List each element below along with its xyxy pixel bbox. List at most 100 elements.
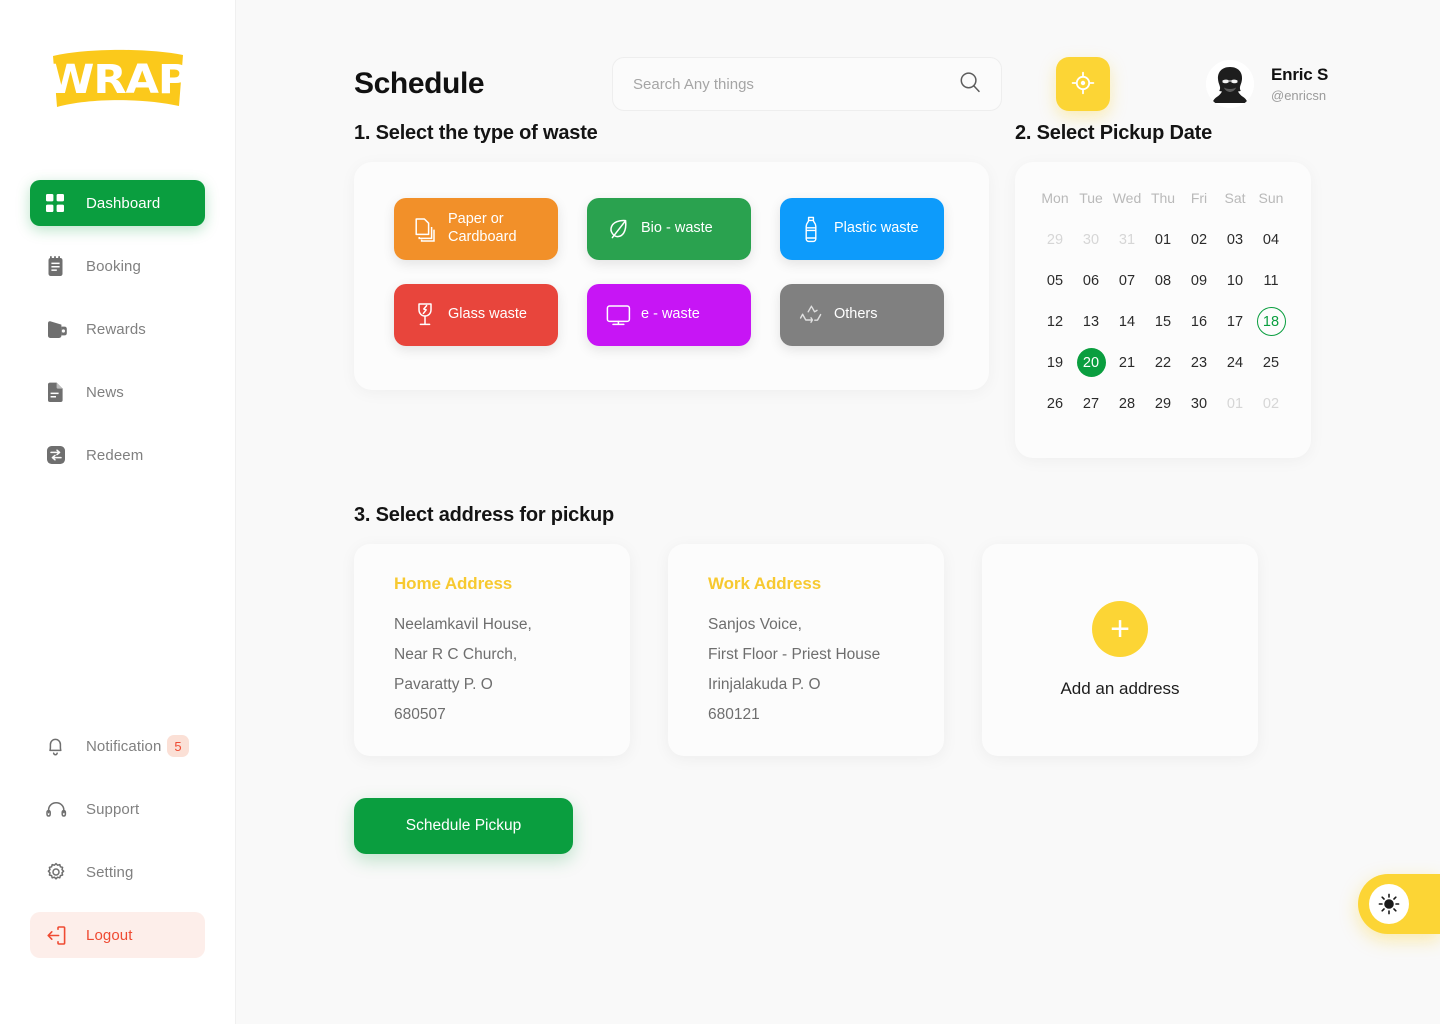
sidebar-item-news[interactable]: News <box>30 369 205 415</box>
location-button[interactable] <box>1056 57 1110 111</box>
calendar-day-cell[interactable]: 14 <box>1109 305 1145 338</box>
waste-card-panel: Paper or Cardboard Bio - waste Plastic w… <box>354 162 989 390</box>
calendar-day-cell[interactable]: 05 <box>1037 264 1073 297</box>
waste-section-title: 1. Select the type of waste <box>354 122 598 144</box>
calendar-day-cell[interactable]: 02 <box>1181 223 1217 256</box>
calendar-day-cell[interactable]: 30 <box>1181 387 1217 420</box>
waste-type-glass-waste[interactable]: Glass waste <box>394 284 558 346</box>
calendar-section: 2. Select Pickup Date Mon Tue Wed Thu Fri Sat… <box>1015 122 1311 458</box>
user-handle: @enricsn <box>1271 88 1327 103</box>
sidebar-item-notification[interactable]: Notification 5 <box>30 723 205 769</box>
theme-toggle-button[interactable] <box>1358 874 1440 934</box>
calendar-day-cell[interactable]: 26 <box>1037 387 1073 420</box>
sidebar-item-logout[interactable]: Logout <box>30 912 205 958</box>
waste-type-e-waste[interactable]: e - waste <box>587 284 751 346</box>
calendar-day-cell[interactable]: 19 <box>1037 346 1073 379</box>
calendar-day-cell[interactable]: 12 <box>1037 305 1073 338</box>
add-address-label: Add an address <box>1060 679 1180 698</box>
calendar-day-cell[interactable]: 09 <box>1181 264 1217 297</box>
waste-type-bio-waste[interactable]: Bio - waste <box>587 198 751 260</box>
add-address-card[interactable]: + Add an address <box>982 544 1258 756</box>
calendar-day-number: 10 <box>1226 272 1244 289</box>
search-icon[interactable] <box>959 71 981 98</box>
waste-type-paper-or-cardboard[interactable]: Paper or Cardboard <box>394 198 558 260</box>
exchange-icon <box>46 445 72 465</box>
sidebar-item-support[interactable]: Support <box>30 786 205 832</box>
sidebar-item-label: Notification <box>86 737 162 755</box>
waste-type-label: Plastic waste <box>834 220 919 237</box>
wallet-icon <box>46 320 72 339</box>
calendar-day-cell: 02 <box>1253 387 1289 420</box>
search-bar[interactable] <box>612 57 1002 111</box>
address-card-home[interactable]: Home Address Neelamkavil House, Near R C… <box>354 544 630 756</box>
app-root: WRAP Dashboard Booking Rewards News Rede… <box>0 0 1440 1024</box>
sidebar-item-label: News <box>86 383 124 401</box>
calendar-day-cell[interactable]: 24 <box>1217 346 1253 379</box>
sidebar-item-redeem[interactable]: Redeem <box>30 432 205 478</box>
address-card-work[interactable]: Work Address Sanjos Voice, First Floor -… <box>668 544 944 756</box>
sidebar-item-label: Redeem <box>86 446 144 464</box>
sidebar-item-rewards[interactable]: Rewards <box>30 306 205 352</box>
calendar-day-cell[interactable]: 06 <box>1073 264 1109 297</box>
calendar-day-cell[interactable]: 29 <box>1145 387 1181 420</box>
user-profile[interactable]: Enric S @enricsn <box>1206 60 1328 108</box>
calendar-day-cell[interactable]: 28 <box>1109 387 1145 420</box>
calendar-day-number: 31 <box>1118 231 1136 248</box>
sidebar-item-setting[interactable]: Setting <box>30 849 205 895</box>
logo-text: WRAP <box>46 57 190 103</box>
waste-type-grid: Paper or Cardboard Bio - waste Plastic w… <box>394 198 949 346</box>
calendar-day-number: 24 <box>1226 354 1244 371</box>
calendar-day-number: 14 <box>1118 313 1136 330</box>
calendar-day-header: Wed <box>1112 190 1142 206</box>
waste-type-plastic-waste[interactable]: Plastic waste <box>780 198 944 260</box>
news-document-icon <box>46 382 72 403</box>
calendar-day-number: 19 <box>1046 354 1064 371</box>
calendar-day-cell[interactable]: 08 <box>1145 264 1181 297</box>
waste-type-others[interactable]: Others <box>780 284 944 346</box>
schedule-pickup-button[interactable]: Schedule Pickup <box>354 798 573 854</box>
calendar-day-cell[interactable]: 07 <box>1109 264 1145 297</box>
sidebar-item-dashboard[interactable]: Dashboard <box>30 180 205 226</box>
calendar-day-number: 29 <box>1046 231 1064 248</box>
calendar-day-cell: 31 <box>1109 223 1145 256</box>
grid-icon <box>46 194 72 212</box>
calendar-day-cell[interactable]: 27 <box>1073 387 1109 420</box>
headphones-icon <box>46 801 72 818</box>
address-line: Near R C Church, <box>394 646 518 663</box>
recycle-icon <box>794 303 828 328</box>
user-avatar-icon <box>1206 60 1254 108</box>
calendar-day-number: 27 <box>1082 395 1100 412</box>
address-line: 680507 <box>394 706 446 723</box>
user-name: Enric S <box>1271 65 1329 84</box>
calendar-day-cell[interactable]: 03 <box>1217 223 1253 256</box>
calendar-day-number: 03 <box>1226 231 1244 248</box>
search-input[interactable] <box>633 75 959 93</box>
calendar-day-cell[interactable]: 22 <box>1145 346 1181 379</box>
calendar-day-cell[interactable]: 23 <box>1181 346 1217 379</box>
waste-type-label: Others <box>834 306 878 323</box>
calendar-day-header: Mon <box>1041 190 1069 206</box>
sidebar-item-booking[interactable]: Booking <box>30 243 205 289</box>
calendar-day-cell[interactable]: 10 <box>1217 264 1253 297</box>
calendar-day-cell[interactable]: 04 <box>1253 223 1289 256</box>
calendar-day-cell[interactable]: 15 <box>1145 305 1181 338</box>
sidebar-item-label: Setting <box>86 863 134 881</box>
address-lines: Neelamkavil House, Near R C Church, Pava… <box>394 610 602 730</box>
avatar[interactable] <box>1206 60 1254 108</box>
calendar-day-cell[interactable]: 11 <box>1253 264 1289 297</box>
calendar-day-cell[interactable]: 16 <box>1181 305 1217 338</box>
gear-icon <box>46 862 72 882</box>
calendar-day-number: 12 <box>1046 313 1064 330</box>
calendar-day-cell[interactable]: 20 <box>1073 346 1109 379</box>
calendar-day-cell[interactable]: 01 <box>1145 223 1181 256</box>
calendar-day-number: 11 <box>1263 272 1279 289</box>
calendar-day-cell[interactable]: 13 <box>1073 305 1109 338</box>
sun-icon <box>1369 884 1409 924</box>
calendar-day-cell[interactable]: 25 <box>1253 346 1289 379</box>
calendar-day-number: 20 <box>1076 348 1106 377</box>
brand-logo[interactable]: WRAP <box>0 0 235 114</box>
calendar-day-number: 13 <box>1082 313 1100 330</box>
calendar-day-cell[interactable]: 21 <box>1109 346 1145 379</box>
calendar-day-cell[interactable]: 17 <box>1217 305 1253 338</box>
calendar-day-cell[interactable]: 18 <box>1253 305 1289 338</box>
